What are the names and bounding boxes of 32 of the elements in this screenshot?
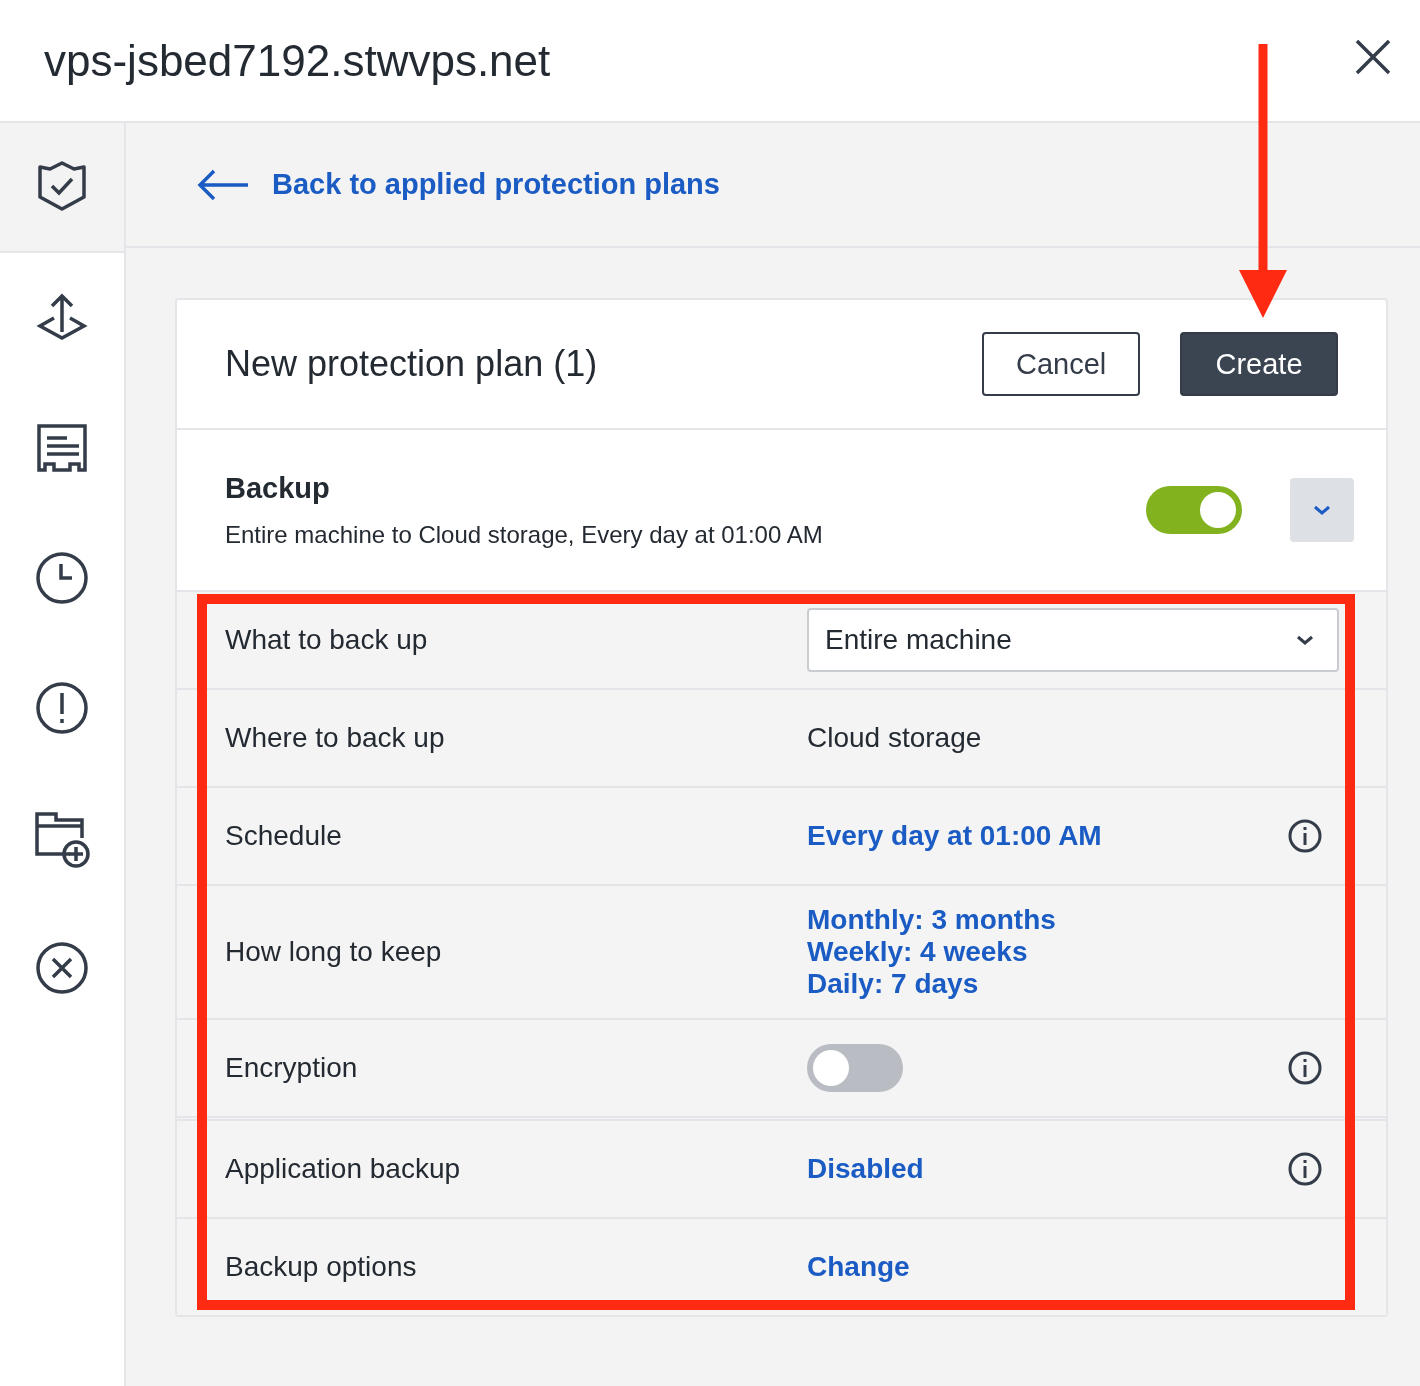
value-link[interactable]: Every day at 01:00 AM [807, 820, 1102, 852]
row-label: What to back up [225, 624, 429, 656]
section-summary: Entire machine to Cloud storage, Every day at 01:00 AM [225, 520, 824, 549]
row-label: Where to back up [225, 722, 446, 754]
cancel-button[interactable]: Cancel [982, 332, 1140, 396]
chevron-down-icon [1295, 634, 1315, 646]
info-icon[interactable] [1288, 819, 1322, 853]
value-link[interactable]: Daily: 7 days [807, 968, 1056, 1000]
close-icon[interactable] [1354, 37, 1392, 76]
backup-toggle[interactable] [1146, 486, 1242, 534]
plan-title: New protection plan (1) [225, 343, 598, 385]
section-title: Backup [225, 471, 331, 505]
create-button[interactable]: Create [1180, 332, 1338, 396]
select-field[interactable]: Entire machine [807, 608, 1339, 672]
sidebar-item[interactable] [0, 123, 124, 253]
row-label: Backup options [225, 1251, 418, 1283]
value-link[interactable]: Weekly: 4 weeks [807, 936, 1056, 968]
row-value: Cloud storage [807, 722, 982, 754]
value-link[interactable]: Monthly: 3 months [807, 904, 1056, 936]
row-label: Encryption [225, 1052, 359, 1084]
info-icon[interactable] [1288, 1152, 1322, 1186]
row-label: Application backup [225, 1153, 462, 1185]
back-arrow-icon [196, 167, 250, 202]
window-title: vps-jsbed7192.stwvps.net [44, 35, 551, 86]
row-label: How long to keep [225, 936, 443, 968]
back-link[interactable]: Back to applied protection plans [196, 167, 720, 202]
row-label: Schedule [225, 820, 343, 852]
info-icon[interactable] [1288, 1051, 1322, 1085]
value-link[interactable]: Disabled [807, 1153, 924, 1185]
chevron-down-icon [1312, 504, 1332, 516]
encryption-toggle[interactable] [807, 1044, 903, 1092]
value-link[interactable]: Change [807, 1251, 910, 1283]
